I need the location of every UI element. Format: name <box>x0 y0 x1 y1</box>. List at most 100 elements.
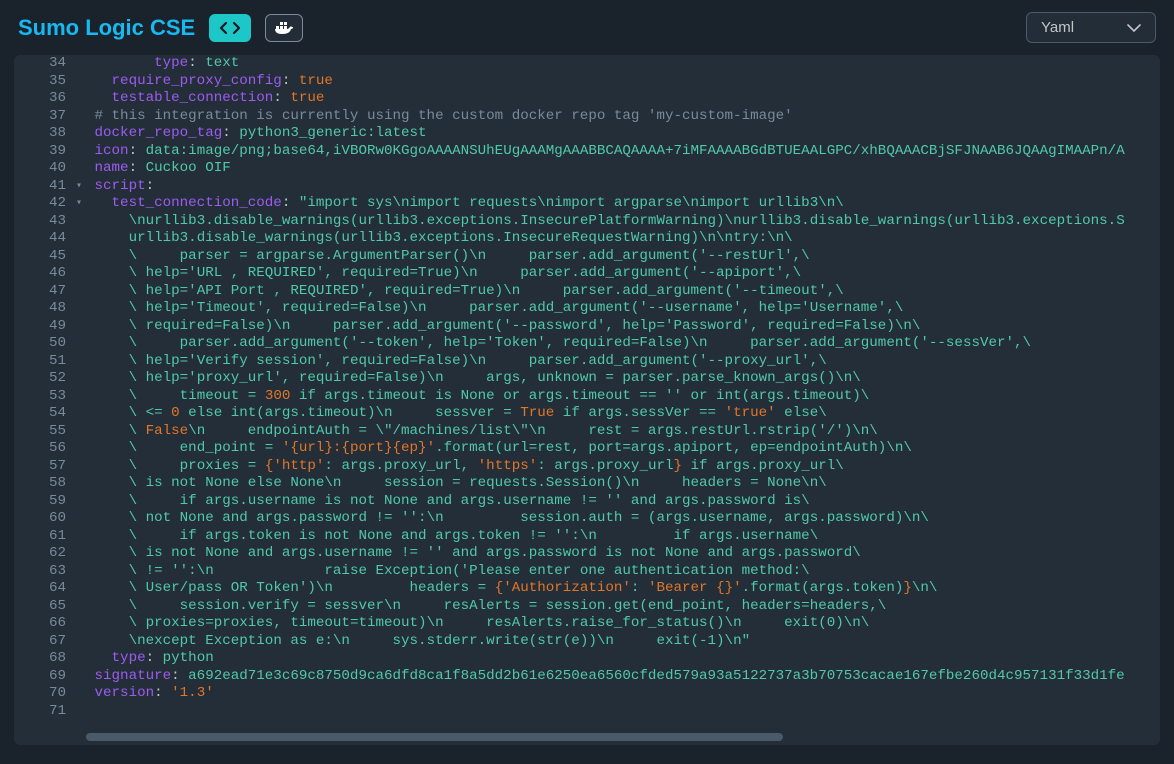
editor-line[interactable]: 49 \ required=False)\n parser.add_argume… <box>14 318 1160 336</box>
code-content[interactable]: docker_repo_tag: python3_generic:latest <box>86 125 1160 143</box>
editor-line[interactable]: 50 \ parser.add_argument('--token', help… <box>14 335 1160 353</box>
editor-line[interactable]: 59 \ if args.username is not None and ar… <box>14 493 1160 511</box>
code-content[interactable]: \ help='proxy_url', required=False)\n ar… <box>86 370 1160 388</box>
code-content[interactable]: \ != '':\n raise Exception('Please enter… <box>86 563 1160 581</box>
editor-line[interactable]: 46 \ help='URL , REQUIRED', required=Tru… <box>14 265 1160 283</box>
editor-line[interactable]: 41▾ script: <box>14 178 1160 196</box>
fold-marker <box>72 265 86 283</box>
editor-line[interactable]: 36 testable_connection: true <box>14 90 1160 108</box>
code-content[interactable] <box>86 703 1160 721</box>
code-content[interactable]: script: <box>86 178 1160 196</box>
editor-line[interactable]: 57 \ proxies = {'http': args.proxy_url, … <box>14 458 1160 476</box>
editor-line[interactable]: 52 \ help='proxy_url', required=False)\n… <box>14 370 1160 388</box>
line-number: 35 <box>14 73 72 91</box>
format-dropdown[interactable]: Yaml <box>1026 12 1156 43</box>
code-content[interactable]: \ help='Timeout', required=False)\n pars… <box>86 300 1160 318</box>
editor-line[interactable]: 56 \ end_point = '{url}:{port}{ep}'.form… <box>14 440 1160 458</box>
editor-line[interactable]: 42▾ test_connection_code: "import sys\ni… <box>14 195 1160 213</box>
editor-line[interactable]: 35 require_proxy_config: true <box>14 73 1160 91</box>
code-content[interactable]: name: Cuckoo OIF <box>86 160 1160 178</box>
code-content[interactable]: test_connection_code: "import sys\nimpor… <box>86 195 1160 213</box>
line-number: 52 <box>14 370 72 388</box>
code-icon <box>219 21 241 35</box>
code-view-badge[interactable] <box>209 14 251 42</box>
editor-line[interactable]: 45 \ parser = argparse.ArgumentParser()\… <box>14 248 1160 266</box>
code-content[interactable]: \ help='Verify session', required=False)… <box>86 353 1160 371</box>
code-content[interactable]: \ if args.token is not None and args.tok… <box>86 528 1160 546</box>
fold-marker <box>72 440 86 458</box>
fold-marker[interactable]: ▾ <box>72 178 86 196</box>
fold-marker <box>72 213 86 231</box>
code-content[interactable]: type: text <box>86 55 1160 73</box>
code-content[interactable]: type: python <box>86 650 1160 668</box>
code-content[interactable]: \ timeout = 300 if args.timeout is None … <box>86 388 1160 406</box>
code-content[interactable]: \ User/pass OR Token')\n headers = {'Aut… <box>86 580 1160 598</box>
editor-line[interactable]: 67 \nexcept Exception as e:\n sys.stderr… <box>14 633 1160 651</box>
line-number: 55 <box>14 423 72 441</box>
code-content[interactable]: \nurllib3.disable_warnings(urllib3.excep… <box>86 213 1160 231</box>
editor-line[interactable]: 62 \ is not None and args.username != ''… <box>14 545 1160 563</box>
fold-marker <box>72 545 86 563</box>
code-content[interactable]: \ proxies=proxies, timeout=timeout)\n re… <box>86 615 1160 633</box>
code-content[interactable]: \ proxies = {'http': args.proxy_url, 'ht… <box>86 458 1160 476</box>
editor-line[interactable]: 55 \ False\n endpointAuth = \"/machines/… <box>14 423 1160 441</box>
editor-line[interactable]: 70 version: '1.3' <box>14 685 1160 703</box>
editor-line[interactable]: 68 type: python <box>14 650 1160 668</box>
line-number: 46 <box>14 265 72 283</box>
editor-line[interactable]: 44 urllib3.disable_warnings(urllib3.exce… <box>14 230 1160 248</box>
code-editor[interactable]: 34 type: text35 require_proxy_config: tr… <box>14 55 1160 745</box>
editor-line[interactable]: 69 signature: a692ead71e3c69c8750d9ca6df… <box>14 668 1160 686</box>
code-content[interactable]: \ end_point = '{url}:{port}{ep}'.format(… <box>86 440 1160 458</box>
editor-line[interactable]: 47 \ help='API Port , REQUIRED', require… <box>14 283 1160 301</box>
editor-line[interactable]: 51 \ help='Verify session', required=Fal… <box>14 353 1160 371</box>
editor-line[interactable]: 48 \ help='Timeout', required=False)\n p… <box>14 300 1160 318</box>
editor-line[interactable]: 61 \ if args.token is not None and args.… <box>14 528 1160 546</box>
editor-line[interactable]: 65 \ session.verify = sessver\n resAlert… <box>14 598 1160 616</box>
editor-line[interactable]: 63 \ != '':\n raise Exception('Please en… <box>14 563 1160 581</box>
code-content[interactable]: \ parser.add_argument('--token', help='T… <box>86 335 1160 353</box>
fold-marker <box>72 143 86 161</box>
line-number: 45 <box>14 248 72 266</box>
editor-line[interactable]: 40 name: Cuckoo OIF <box>14 160 1160 178</box>
editor-line[interactable]: 58 \ is not None else None\n session = r… <box>14 475 1160 493</box>
editor-line[interactable]: 66 \ proxies=proxies, timeout=timeout)\n… <box>14 615 1160 633</box>
code-content[interactable]: \ is not None else None\n session = requ… <box>86 475 1160 493</box>
code-content[interactable]: \ not None and args.password != '':\n se… <box>86 510 1160 528</box>
header-left: Sumo Logic CSE <box>18 14 303 42</box>
editor-line[interactable]: 60 \ not None and args.password != '':\n… <box>14 510 1160 528</box>
code-content[interactable]: testable_connection: true <box>86 90 1160 108</box>
fold-marker <box>72 668 86 686</box>
editor-line[interactable]: 38 docker_repo_tag: python3_generic:late… <box>14 125 1160 143</box>
editor-line[interactable]: 64 \ User/pass OR Token')\n headers = {'… <box>14 580 1160 598</box>
code-content[interactable]: version: '1.3' <box>86 685 1160 703</box>
code-content[interactable]: \ if args.username is not None and args.… <box>86 493 1160 511</box>
editor-line[interactable]: 43 \nurllib3.disable_warnings(urllib3.ex… <box>14 213 1160 231</box>
horizontal-scrollbar[interactable] <box>86 733 1158 743</box>
code-content[interactable]: urllib3.disable_warnings(urllib3.excepti… <box>86 230 1160 248</box>
editor-line[interactable]: 53 \ timeout = 300 if args.timeout is No… <box>14 388 1160 406</box>
code-content[interactable]: icon: data:image/png;base64,iVBORw0KGgoA… <box>86 143 1160 161</box>
docker-badge[interactable] <box>265 14 303 42</box>
code-content[interactable]: \ session.verify = sessver\n resAlerts =… <box>86 598 1160 616</box>
code-content[interactable]: \ help='URL , REQUIRED', required=True)\… <box>86 265 1160 283</box>
code-content[interactable]: \ False\n endpointAuth = \"/machines/lis… <box>86 423 1160 441</box>
code-content[interactable]: \nexcept Exception as e:\n sys.stderr.wr… <box>86 633 1160 651</box>
editor-line[interactable]: 34 type: text <box>14 55 1160 73</box>
editor-line[interactable]: 71 <box>14 703 1160 721</box>
editor-line[interactable]: 39 icon: data:image/png;base64,iVBORw0KG… <box>14 143 1160 161</box>
code-content[interactable]: \ parser = argparse.ArgumentParser()\n p… <box>86 248 1160 266</box>
fold-marker <box>72 230 86 248</box>
fold-marker <box>72 598 86 616</box>
fold-marker[interactable]: ▾ <box>72 195 86 213</box>
code-content[interactable]: signature: a692ead71e3c69c8750d9ca6dfd8c… <box>86 668 1160 686</box>
editor-line[interactable]: 37 # this integration is currently using… <box>14 108 1160 126</box>
code-content[interactable]: \ help='API Port , REQUIRED', required=T… <box>86 283 1160 301</box>
code-content[interactable]: # this integration is currently using th… <box>86 108 1160 126</box>
code-content[interactable]: require_proxy_config: true <box>86 73 1160 91</box>
code-content[interactable]: \ <= 0 else int(args.timeout)\n sessver … <box>86 405 1160 423</box>
code-content[interactable]: \ is not None and args.username != '' an… <box>86 545 1160 563</box>
scrollbar-thumb[interactable] <box>86 733 783 741</box>
editor-line[interactable]: 54 \ <= 0 else int(args.timeout)\n sessv… <box>14 405 1160 423</box>
code-content[interactable]: \ required=False)\n parser.add_argument(… <box>86 318 1160 336</box>
fold-marker <box>72 615 86 633</box>
